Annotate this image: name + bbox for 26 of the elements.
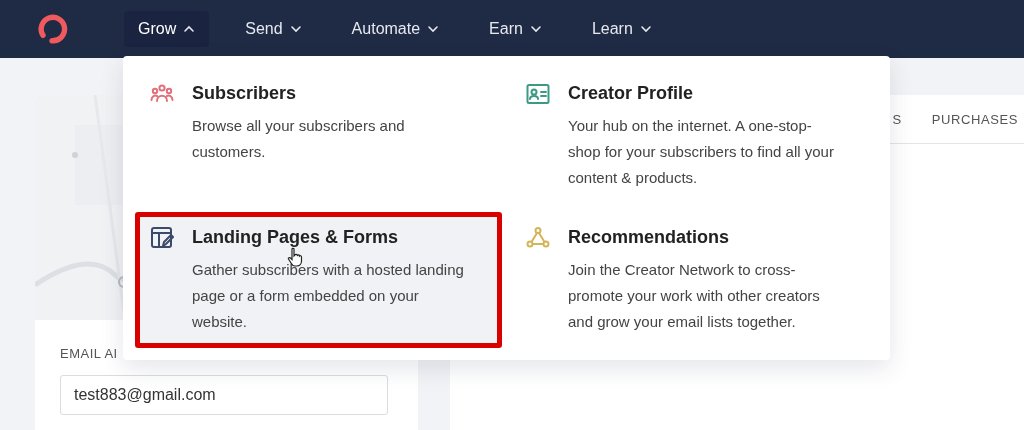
menu-item[interactable]: Creator Profile Your hub on the internet. A one-stop-shop for your subscribers to find all your content & products. — [511, 68, 878, 204]
menu-item-description: Your hub on the internet. A one-stop-shop for your subscribers to find all your content & products. — [568, 116, 835, 188]
menu-item[interactable]: Landing Pages & Forms Gather subscribers with a hosted landing page or a form embedded on your website. — [135, 212, 502, 348]
menu-item-title: Subscribers — [192, 82, 298, 105]
menu-item-description: Gather subscribers with a hosted landing page or a form embedded on your website. — [192, 260, 465, 332]
nav-menu-item[interactable]: Earn — [475, 11, 556, 47]
menu-item[interactable]: Subscribers Browse all your subscribers and customers. — [135, 68, 502, 204]
menu-item-description: Join the Creator Network to cross-promote your work with other creators and grow your email lists together. — [568, 260, 821, 332]
nav-menu-item[interactable]: Learn — [577, 11, 666, 47]
nav-menu-item[interactable]: Automate — [337, 11, 454, 47]
menu-item-description: Browse all your subscribers and customers. — [192, 116, 406, 162]
caret-up-icon — [183, 25, 196, 33]
email-label: EMAIL AI — [60, 346, 119, 361]
caret-down-icon — [529, 25, 542, 33]
tab[interactable]: S — [892, 111, 902, 127]
menu-item-title: Recommendations — [568, 226, 731, 249]
nav-menu-item[interactable]: Send — [231, 11, 316, 47]
caret-down-icon — [639, 25, 652, 33]
email-input-field[interactable]: test883@gmail.com — [60, 375, 388, 415]
menu-item-title: Creator Profile — [568, 82, 695, 105]
caret-down-icon — [289, 25, 302, 33]
caret-down-icon — [427, 25, 440, 33]
nav-menu-item[interactable]: Grow — [124, 11, 210, 47]
menu-item-title: Landing Pages & Forms — [192, 226, 400, 249]
tab[interactable]: PURCHASES — [931, 111, 1018, 127]
menu-item[interactable]: Recommendations Join the Creator Network to cross-promote your work with other creators and grow your email lists together. — [511, 212, 878, 348]
